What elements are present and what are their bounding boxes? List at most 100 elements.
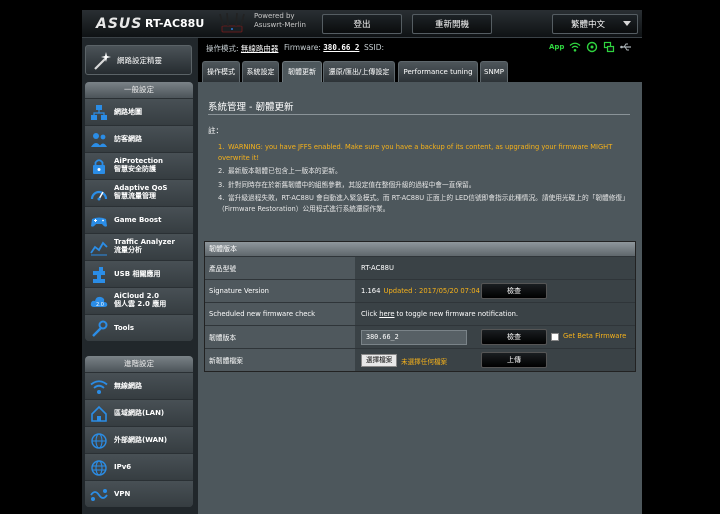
wan-icon [91,433,107,449]
tab-item[interactable]: 操作模式 [202,61,240,82]
menu-item-label: Tools [114,324,134,332]
notes-heading: 註： [208,126,223,135]
router-icon [219,12,245,33]
menu-item-label-primary: AiProtection [114,157,163,165]
firmware-version-row: 韌體版本 380.66_2 檢查 Get Beta Firmware [205,325,635,348]
menu-item-label-primary: IPv6 [114,463,132,471]
tab-item[interactable]: SNMP [480,61,508,82]
logout-button[interactable]: 登出 [322,14,402,34]
note-text: WARNING: you have JFFS enabled. Make sur… [218,143,613,162]
advanced-menu-item[interactable]: IPv6 [85,453,193,480]
scheduled-check-link[interactable]: here [379,310,394,318]
guest-network-icon [91,133,107,147]
signature-row: Signature Version 1.164 Updated : 2017/0… [205,279,635,302]
advanced-menu: 無線網路區域網路(LAN) 外部網路(WAN) IPv6 VPN [85,372,193,507]
firmware-table-header: 韌體版本 [205,242,635,256]
quick-setup-wizard-button[interactable]: 網路設定精靈 [85,45,192,75]
traffic-analyzer-icon [90,241,108,256]
note-item: 3. 針對同時存在於新舊韌體中的組態參數，其設定值在整個升級的過程中會一直保留。 [218,180,628,191]
menu-item-label-primary: Traffic Analyzer [114,238,175,246]
sidebar: 網路設定精靈 一般設定 網路地圖 訪客網路 AiProtection 智慧安全防護 Ad… [82,38,198,514]
menu-item-label-primary: VPN [114,490,131,498]
powered-by-label: Powered by [254,12,295,20]
general-menu-item[interactable]: USB 相關應用 [85,260,193,287]
vpn-icon [90,489,108,501]
powered-by: Powered by Asuswrt-Merlin [254,12,306,30]
lan-status-icon[interactable] [603,41,615,53]
lan-icon [91,405,107,422]
general-menu-item[interactable]: Tools [85,314,193,341]
beta-firmware-checkbox[interactable] [551,333,559,341]
no-file-chosen: 未選擇任何檔案 [401,358,448,366]
product-value: RT-AC88U [361,264,394,272]
chevron-down-icon [623,21,631,26]
reboot-button[interactable]: 重新開機 [412,14,492,34]
page-title: 系統管理 - 韌體更新 [208,102,294,113]
wifi-status-icon[interactable] [569,41,581,53]
model-name: RT-AC88U [145,17,205,30]
note-number: 4. [218,194,225,202]
client-status-icon[interactable] [586,41,598,53]
router-admin-page: ASUS RT-AC88U Powered by Asuswrt-Merlin … [0,0,720,514]
general-menu-item[interactable]: 訪客網路 [85,125,193,152]
general-menu-item[interactable]: Adaptive QoS 智慧流量管理 [85,179,193,206]
menu-item-label-primary: 外部網路(WAN) [114,436,168,444]
upload-button[interactable]: 上傳 [481,352,547,368]
ipv6-icon [91,460,107,476]
scheduled-check-row: Scheduled new firmware check Click here … [205,302,635,325]
signature-updated: Updated : 2017/05/20 07:04 [383,287,480,295]
menu-item-label: IPv6 [114,463,131,471]
choose-file-button[interactable]: 選擇檔案 [361,354,398,367]
status-bar: 操作模式: 無線路由器 Firmware: 380.66_2 SSID: App [198,38,642,58]
product-label: 產品型號 [205,257,355,279]
note-item: 1. WARNING: you have JFFS enabled. Make s… [218,142,628,163]
advanced-menu-item[interactable]: VPN [85,480,193,507]
note-number: 2. [218,167,225,175]
note-item: 2. 最新版本韌體已包含上一版本的更新。 [218,166,628,177]
ssid-label: SSID: [364,43,385,52]
advanced-menu-item[interactable]: 無線網路 [85,372,193,399]
menu-item-label: Game Boost [114,216,161,224]
firmware-upgrade-panel: 系統管理 - 韌體更新 註： 1. WARNING: you have JFFS … [198,82,642,514]
menu-item-label-primary: Game Boost [114,216,162,224]
tab-item[interactable]: Performance tuning [398,61,478,82]
aicloud-icon: 2.0 [90,296,108,308]
menu-item-label-primary: AiCloud 2.0 [114,292,159,300]
op-mode-link[interactable]: 無線路由器 [241,44,279,53]
general-menu-item[interactable]: Game Boost [85,206,193,233]
menu-item-label: 區域網路(LAN) [114,409,164,417]
svg-text:2.0: 2.0 [96,302,104,308]
tab-item[interactable]: 韌體更新 [282,61,322,82]
signature-check-button[interactable]: 檢查 [481,283,547,299]
menu-item-label: VPN [114,490,130,498]
app-link[interactable]: App [549,43,564,51]
menu-item-label-primary: 無線網路 [114,382,142,390]
tab-item[interactable]: 系統設定 [242,61,279,82]
firmware-check-button[interactable]: 檢查 [481,329,547,345]
network-map-icon [91,105,107,120]
advanced-menu-item[interactable]: 外部網路(WAN) [85,426,193,453]
menu-item-label: AiProtection 智慧安全防護 [114,157,163,173]
advanced-section-title: 進階設定 [85,356,193,372]
top-header: ASUS RT-AC88U Powered by Asuswrt-Merlin … [82,10,642,38]
wireless-icon [90,380,108,394]
general-menu-item[interactable]: 網路地圖 [85,98,193,125]
op-mode-label: 操作模式: [206,44,239,53]
tab-item[interactable]: 還原/匯出/上傳設定 [323,61,395,82]
usb-icon [93,267,105,283]
language-select[interactable]: 繁體中文 [552,14,638,34]
firmware-link[interactable]: 380.66_2 [323,43,359,52]
advanced-menu-item[interactable]: 區域網路(LAN) [85,399,193,426]
note-number: 3. [218,180,225,189]
general-menu-item[interactable]: Traffic Analyzer 流量分析 [85,233,193,260]
general-menu-item[interactable]: AiProtection 智慧安全防護 [85,152,193,179]
beta-firmware-label: Get Beta Firmware [563,332,627,340]
menu-item-label-secondary: 流量分析 [114,246,142,254]
game-boost-icon [91,217,107,227]
menu-item-label-secondary: 智慧安全防護 [114,165,156,173]
magic-wand-icon [94,52,111,70]
general-menu-item[interactable]: 2.0 AiCloud 2.0 個人雲 2.0 應用 [85,287,193,314]
menu-item-label: USB 相關應用 [114,270,161,278]
usb-status-icon[interactable] [620,41,632,53]
aiprotection-icon [93,159,105,174]
